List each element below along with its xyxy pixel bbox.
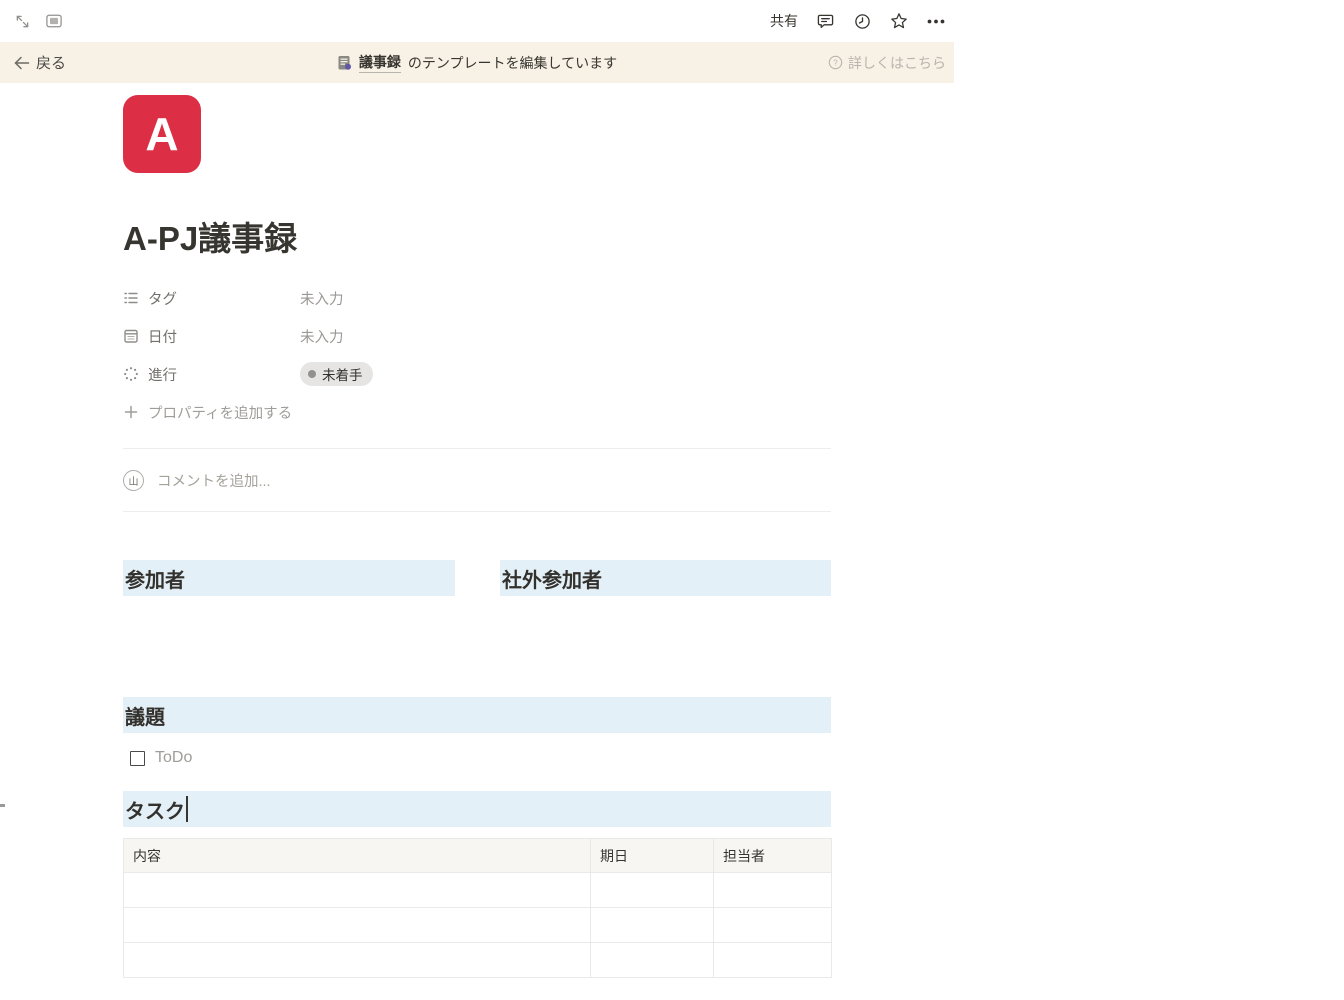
add-property-label: プロパティを追加する xyxy=(148,405,293,422)
task-table-header-due[interactable]: 期日 xyxy=(590,838,714,873)
task-cell[interactable] xyxy=(590,872,714,908)
task-table-header-row: 内容 期日 担当者 xyxy=(123,838,832,873)
property-status[interactable]: 進行 xyxy=(123,364,300,385)
status-badge-label: 未着手 xyxy=(322,368,363,383)
svg-text:?: ? xyxy=(833,58,838,67)
back-button[interactable]: 戻る xyxy=(14,52,66,73)
property-tag-label: タグ xyxy=(148,291,177,308)
page-title[interactable]: A-PJ議事録 xyxy=(123,219,831,259)
back-arrow-icon xyxy=(14,56,30,69)
help-circle-icon: ? xyxy=(828,55,843,70)
updates-clock-icon[interactable] xyxy=(852,11,872,31)
more-options-icon[interactable] xyxy=(926,11,946,31)
property-list: タグ 未入力 日付 未入力 進行 未着手 プロパティを追加する xyxy=(123,279,831,431)
template-edit-banner: 戻る 議事録 のテンプレートを編集しています ? 詳しくはこちら xyxy=(0,42,954,83)
page-icon[interactable]: A xyxy=(123,95,201,173)
property-row-date: 日付 未入力 xyxy=(123,317,831,355)
add-comment-input[interactable]: コメントを追加... xyxy=(157,470,271,491)
task-table-row xyxy=(123,907,832,943)
favorite-star-icon[interactable] xyxy=(889,11,909,31)
task-cell[interactable] xyxy=(590,907,714,943)
expand-diagonal-icon[interactable] xyxy=(12,11,32,31)
heading-external-participants[interactable]: 社外参加者 xyxy=(500,560,831,596)
heading-participants[interactable]: 参加者 xyxy=(123,560,455,596)
comment-row[interactable]: 山 コメントを追加... xyxy=(123,449,831,511)
task-cell[interactable] xyxy=(713,942,832,978)
task-cell[interactable] xyxy=(123,942,591,978)
calendar-icon xyxy=(124,329,138,343)
banner-message-suffix: のテンプレートを編集しています xyxy=(407,54,618,71)
property-date-label: 日付 xyxy=(148,329,177,346)
status-badge[interactable]: 未着手 xyxy=(300,362,373,386)
property-row-status: 進行 未着手 xyxy=(123,355,831,393)
list-icon xyxy=(124,292,138,304)
notion-window: 共有 戻る 議事録 のテンプレートを編集しています ? 詳しくはこちら A A-… xyxy=(0,0,954,1000)
participant-columns: 参加者 社外参加者 xyxy=(123,560,831,596)
heading-tasks[interactable]: タスク xyxy=(123,791,831,827)
status-dot-icon xyxy=(308,370,316,378)
task-cell[interactable] xyxy=(123,872,591,908)
task-cell[interactable] xyxy=(713,872,832,908)
task-cell[interactable] xyxy=(123,907,591,943)
share-button[interactable]: 共有 xyxy=(770,11,798,31)
heading-agenda[interactable]: 議題 xyxy=(123,697,831,733)
template-doc-link[interactable]: 議事録 xyxy=(358,52,401,73)
user-avatar: 山 xyxy=(123,469,144,491)
task-table: 内容 期日 担当者 xyxy=(123,838,832,978)
todo-item: ToDo xyxy=(123,743,831,773)
heading-tasks-label: タスク xyxy=(125,800,185,823)
property-tag[interactable]: タグ xyxy=(123,288,300,309)
task-table-row xyxy=(123,872,832,908)
banner-message: 議事録 のテンプレートを編集しています xyxy=(337,52,617,73)
status-icon xyxy=(124,367,138,381)
topbar-right: 共有 xyxy=(770,0,946,42)
back-label: 戻る xyxy=(36,55,67,72)
divider xyxy=(123,511,831,512)
page-content: A A-PJ議事録 タグ 未入力 日付 未入力 進行 未着手 プロパティを追加す… xyxy=(123,83,832,978)
task-cell[interactable] xyxy=(713,907,832,943)
side-peek-icon[interactable] xyxy=(44,11,64,31)
todo-checkbox[interactable] xyxy=(130,750,145,766)
text-caret xyxy=(186,796,188,822)
template-doc-icon xyxy=(338,55,351,70)
help-link[interactable]: ? 詳しくはこちら xyxy=(828,53,946,73)
task-table-row xyxy=(123,942,832,978)
property-tag-value[interactable]: 未入力 xyxy=(300,288,344,309)
plus-icon xyxy=(124,405,138,419)
todo-placeholder[interactable]: ToDo xyxy=(155,749,192,767)
task-cell[interactable] xyxy=(590,942,714,978)
property-date[interactable]: 日付 xyxy=(123,326,300,347)
topbar-left xyxy=(12,0,64,42)
task-table-header-content[interactable]: 内容 xyxy=(123,838,591,873)
comments-icon[interactable] xyxy=(815,11,835,31)
left-edge-tick xyxy=(0,804,5,807)
task-table-header-assignee[interactable]: 担当者 xyxy=(713,838,832,873)
help-label: 詳しくはこちら xyxy=(848,54,946,71)
property-row-tag: タグ 未入力 xyxy=(123,279,831,317)
property-date-value[interactable]: 未入力 xyxy=(300,326,344,347)
property-status-label: 進行 xyxy=(148,367,177,384)
add-property-button[interactable]: プロパティを追加する xyxy=(123,393,831,431)
topbar: 共有 xyxy=(0,0,954,42)
